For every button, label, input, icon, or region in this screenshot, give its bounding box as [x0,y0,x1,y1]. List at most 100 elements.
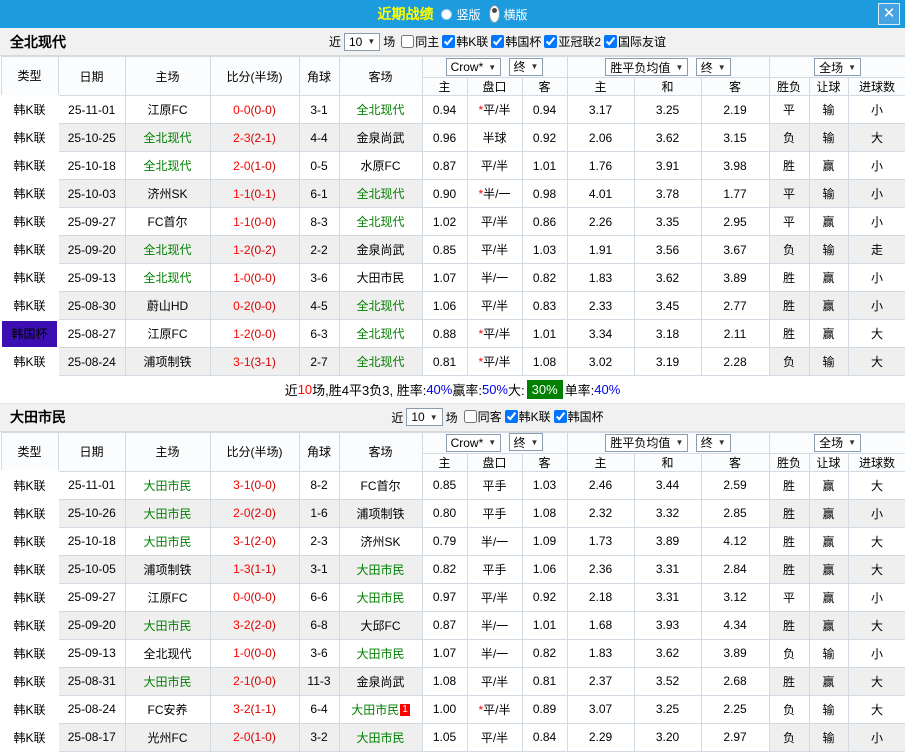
filter-checkbox[interactable]: 同客 [463,408,502,425]
home-team[interactable]: FC首尔 [124,207,211,236]
scope-select[interactable]: 全场 ▼ [814,433,861,452]
away-team[interactable]: 金泉尚武 [338,123,423,152]
home-team[interactable]: 济州SK [124,179,211,208]
league-type-badge: 韩K联 [0,178,59,209]
away-team[interactable]: 大田市民 1 [338,694,423,724]
home-team[interactable]: 蔚山HD [124,291,211,320]
checkbox-icon[interactable] [401,34,415,48]
away-team-name: FC首尔 [360,478,401,493]
layout-vertical-option[interactable]: 竖版 [441,6,481,23]
avg-odds-away: 2.11 [700,319,770,348]
filter-checkbox[interactable]: 韩国杯 [553,408,604,425]
home-team[interactable]: 江原FC [124,95,211,124]
away-team[interactable]: 水原FC [338,151,423,180]
avg-odds-away: 2.85 [700,498,770,528]
filter-checkbox[interactable]: 国际友谊 [604,33,666,50]
result-goals: 小 [847,151,905,180]
asia-odds-away: 1.01 [521,610,568,640]
filter-checkbox[interactable]: 韩国杯 [491,33,541,50]
home-team[interactable]: 大田市民 [124,610,211,640]
match-count-select[interactable]: 10 ▼ [406,408,443,426]
home-team[interactable]: 大田市民 [124,498,211,528]
home-team[interactable]: 大田市民 [124,666,211,696]
away-team[interactable]: 浦项制铁 [338,498,423,528]
home-team[interactable]: 浦项制铁 [124,347,211,376]
away-team[interactable]: 大田市民 [338,263,423,292]
odds-time-select[interactable]: 终 ▼ [508,433,544,452]
home-team[interactable]: 大田市民 [124,526,211,556]
home-team[interactable]: 光州FC [124,722,211,752]
bookmaker-select[interactable]: Crow* ▼ [445,433,502,452]
filter-checkbox[interactable]: 韩K联 [504,408,551,425]
near-label: 近 [328,35,341,49]
layout-horizontal-option[interactable]: 横版 [488,5,528,23]
home-team[interactable]: 全北现代 [124,235,211,264]
avg-odds-draw: 3.52 [633,666,702,696]
avg-time-select[interactable]: 终 ▼ [695,58,731,76]
bookmaker-select[interactable]: Crow* ▼ [445,58,502,77]
filter-checkbox[interactable]: 同主 [401,33,439,50]
halftime-score: (0-0) [250,214,276,229]
away-team[interactable]: 金泉尚武 [338,235,423,264]
filter-checkbox[interactable]: 韩K联 [442,33,488,50]
home-team[interactable]: 全北现代 [124,638,211,668]
home-team[interactable]: 江原FC [124,582,211,612]
scope-select[interactable]: 全场 ▼ [814,58,861,76]
league-type-badge: 韩K联 [0,470,59,500]
score-cell: 2-0(1-0) [209,151,300,180]
asia-handicap: 平/半 [466,666,523,696]
checkbox-icon[interactable] [604,34,618,48]
away-team[interactable]: 大田市民 [338,638,423,668]
away-team[interactable]: 全北现代 [338,291,423,320]
corner-count: 4-4 [298,123,340,152]
away-team[interactable]: 大邱FC [338,610,423,640]
avg-odds-away: 4.34 [700,610,770,640]
away-team[interactable]: 大田市民 [338,582,423,612]
away-team[interactable]: 济州SK [338,526,423,556]
away-team[interactable]: 金泉尚武 [338,666,423,696]
away-team[interactable]: 大田市民 [338,554,423,584]
odds-time-select[interactable]: 终 ▼ [508,57,544,76]
league-type-badge: 韩K联 [0,554,59,584]
result-goals: 大 [847,319,905,348]
checkbox-icon[interactable] [491,34,505,48]
chevron-down-icon: ▼ [675,438,684,447]
away-team[interactable]: 全北现代 [338,179,423,208]
checkbox-icon[interactable] [504,410,518,423]
home-team[interactable]: 大田市民 [124,470,211,500]
away-team-name: 大邱FC [360,618,401,633]
away-team[interactable]: 全北现代 [338,319,423,348]
home-team[interactable]: 浦项制铁 [124,554,211,584]
home-team[interactable]: 全北现代 [124,123,211,152]
checkbox-icon[interactable] [544,34,558,48]
checkbox-icon[interactable] [463,410,477,423]
away-team[interactable]: 全北现代 [338,95,423,124]
match-count-select[interactable]: 10 ▼ [343,32,381,51]
avg-odds-draw: 3.20 [633,722,702,752]
match-date: 25-09-13 [57,638,126,668]
away-team[interactable]: 全北现代 [338,207,423,236]
radio-unselected-icon[interactable] [441,8,453,20]
close-icon[interactable]: ✕ [878,3,900,25]
asia-odds-home: 0.87 [421,610,468,640]
avg-time-select[interactable]: 终 ▼ [695,433,731,452]
home-team[interactable]: FC安养 [124,694,211,724]
avg-odds-select[interactable]: 胜平负均值 ▼ [605,58,689,76]
home-team[interactable]: 全北现代 [124,263,211,292]
corner-count: 1-6 [298,498,340,528]
home-team[interactable]: 江原FC [124,319,211,348]
table-header: 类型 日期 主场 比分(半场) 角球 客场 Crow* ▼ 终 ▼ 胜平负均值 ▼ 终… [0,431,905,472]
checkbox-icon[interactable] [553,410,567,423]
home-team[interactable]: 全北现代 [124,151,211,180]
avg-odds-away: 3.89 [700,638,770,668]
away-team[interactable]: FC首尔 [338,470,423,500]
radio-selected-icon[interactable] [488,5,500,23]
avg-odds-select[interactable]: 胜平负均值 ▼ [605,433,689,452]
checkbox-icon[interactable] [442,34,456,48]
filter-checkbox[interactable]: 亚冠联2 [544,33,601,50]
away-team[interactable]: 大田市民 [338,722,423,752]
avg-odds-home: 2.36 [566,554,635,584]
handicap-text: 平/半 [483,103,511,117]
score-cell: 0-2(0-0) [209,291,300,320]
away-team[interactable]: 全北现代 [338,347,423,376]
